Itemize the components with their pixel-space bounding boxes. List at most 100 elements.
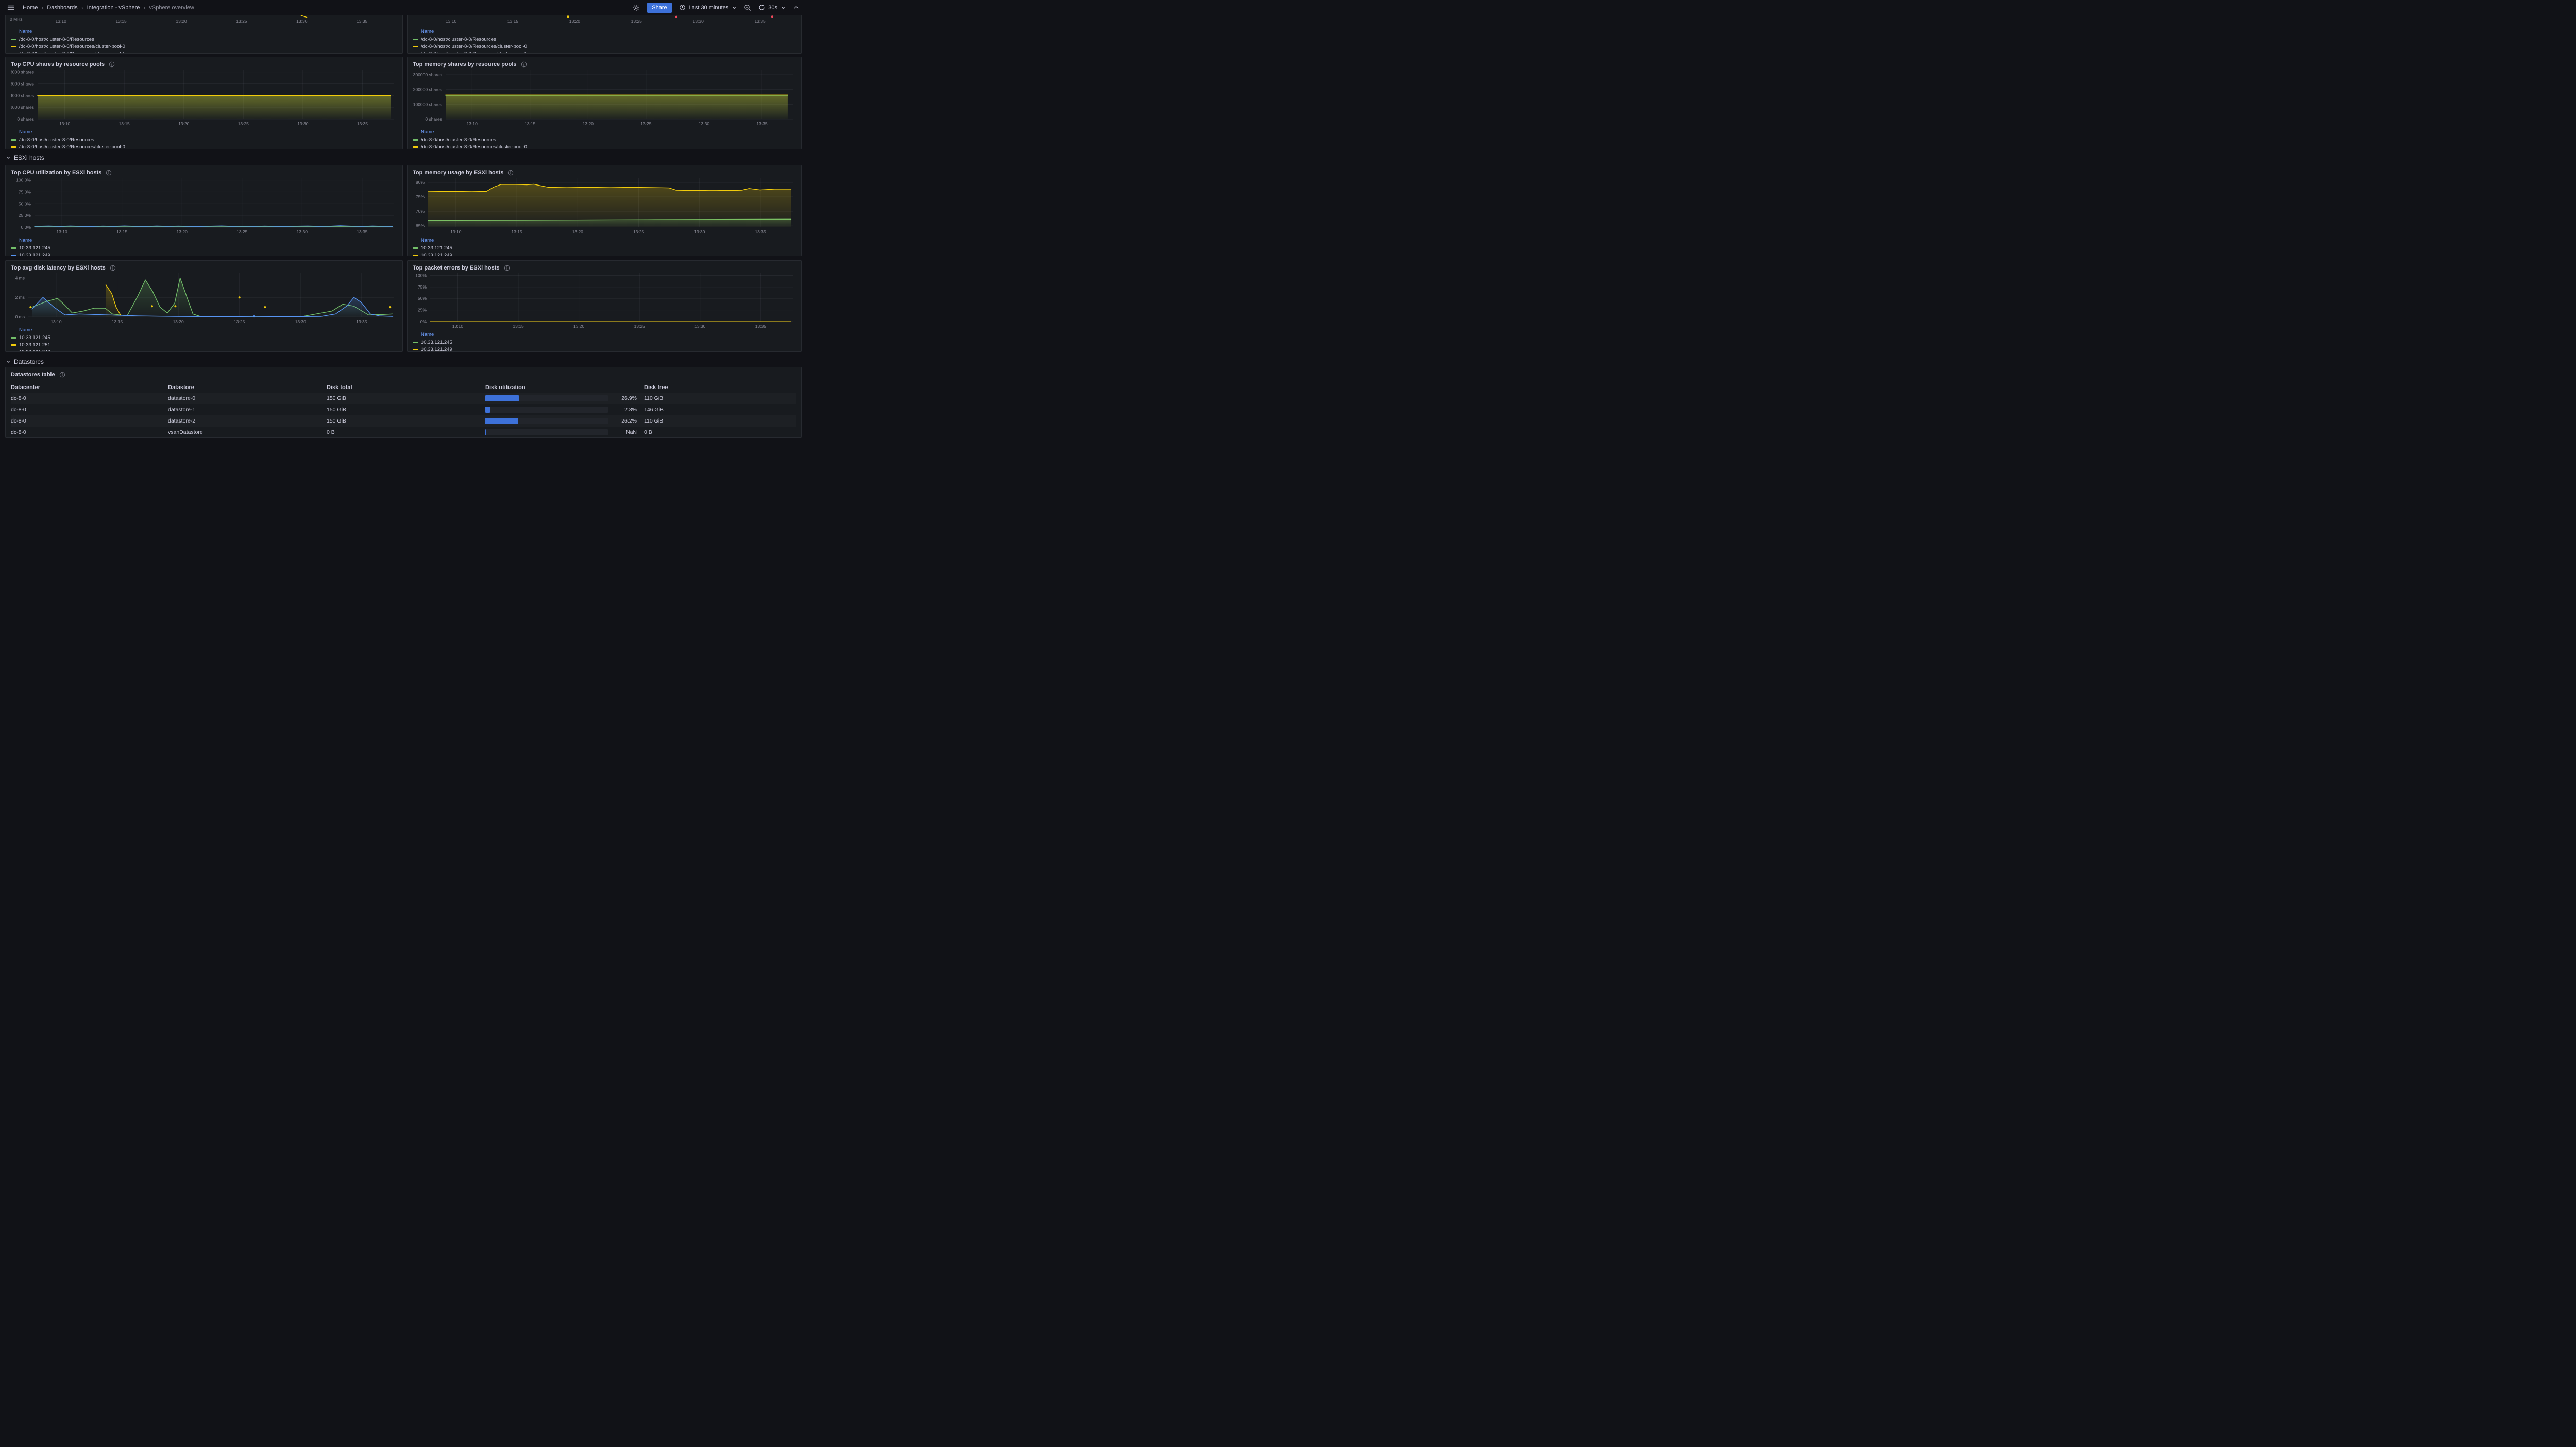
chart-canvas: 8000 shares6000 shares4000 shares2000 sh… xyxy=(11,70,397,128)
legend-name-header[interactable]: Name xyxy=(421,128,434,136)
column-header-disk-utilization[interactable]: Disk utilization xyxy=(485,384,644,391)
legend-name-header[interactable]: Name xyxy=(421,237,434,244)
y-axis-tick-label: 75% xyxy=(418,284,427,290)
x-axis-tick-label: 13:25 xyxy=(236,229,248,234)
info-icon[interactable] xyxy=(106,170,112,176)
collapse-topbar-chevron-up-icon[interactable] xyxy=(793,4,800,11)
x-axis-tick-label: 13:15 xyxy=(513,324,524,329)
legend-item[interactable]: /dc-8-0/host/cluster-8-0/Resources/clust… xyxy=(413,143,527,149)
legend-item[interactable]: 10.33.121.249 xyxy=(11,251,50,256)
cell-disk-free: 110 GiB xyxy=(644,395,796,401)
legend-item[interactable]: 10.33.121.249 xyxy=(11,348,50,352)
x-axis-tick-label: 13:25 xyxy=(236,19,247,24)
info-icon[interactable] xyxy=(109,61,115,68)
legend-item[interactable]: 10.33.121.249 xyxy=(413,251,452,256)
time-series-chart[interactable]: 100%75%50%25%0%13:1013:1513:2013:2513:30… xyxy=(413,273,796,331)
legend-item[interactable]: /dc-8-0/host/cluster-8-0/Resources/clust… xyxy=(413,43,527,50)
x-axis-tick-label: 13:20 xyxy=(583,121,594,126)
legend-name-header[interactable]: Name xyxy=(19,128,32,136)
legend-label: /dc-8-0/host/cluster-8-0/Resources xyxy=(19,37,94,42)
legend-item[interactable]: /dc-8-0/host/cluster-8-0/Resources/clust… xyxy=(11,43,125,50)
panel-header[interactable]: Top avg disk latency by ESXi hosts xyxy=(11,264,397,272)
time-series-chart[interactable]: 8000 shares6000 shares4000 shares2000 sh… xyxy=(11,70,397,128)
x-axis-tick-label: 13:35 xyxy=(356,319,367,324)
legend-item[interactable]: /dc-8-0/host/cluster-8-0/Resources/clust… xyxy=(11,50,125,54)
legend-item[interactable]: /dc-8-0/host/cluster-8-0/Resources xyxy=(11,36,94,43)
panel-header[interactable]: Top packet errors by ESXi hosts xyxy=(413,264,796,272)
panel-header[interactable]: Top memory shares by resource pools xyxy=(413,60,796,69)
y-axis-tick-label: 0 ms xyxy=(15,314,25,319)
legend-swatch xyxy=(11,139,16,141)
legend-item[interactable]: /dc-8-0/host/cluster-8-0/Resources xyxy=(11,136,94,143)
legend-item[interactable]: /dc-8-0/host/cluster-8-0/Resources xyxy=(413,36,496,43)
panel-header[interactable]: Top CPU shares by resource pools xyxy=(11,60,397,69)
legend-swatch xyxy=(413,139,418,141)
column-header-datastore[interactable]: Datastore xyxy=(168,384,327,391)
cell-disk-utilization: NaN xyxy=(485,429,644,435)
legend-name-header[interactable]: Name xyxy=(19,28,32,36)
chart-canvas: 13:1013:1513:2013:2513:3013:35 xyxy=(413,15,796,26)
panel-header[interactable]: Top CPU utilization by ESXi hosts xyxy=(11,169,397,177)
series-area xyxy=(446,95,788,119)
time-series-chart[interactable]: 13:1013:1513:2013:2513:3013:35 xyxy=(11,15,397,26)
legend-item[interactable]: /dc-8-0/host/cluster-8-0/Resources/clust… xyxy=(11,143,125,149)
time-series-chart[interactable]: 100.0%75.0%50.0%25.0%0.0%13:1013:1513:20… xyxy=(11,178,397,237)
section-esxi-hosts[interactable]: ESXi hosts xyxy=(5,153,44,163)
legend-name-header[interactable]: Name xyxy=(19,326,32,334)
panel-datastores-table: Datastores table DatacenterDatastoreDisk… xyxy=(5,367,802,438)
x-axis-tick-label: 13:30 xyxy=(297,229,308,234)
x-axis-tick-label: 13:15 xyxy=(507,19,519,24)
breadcrumb-dashboards[interactable]: Dashboards xyxy=(47,5,77,11)
cell-disk-total: 150 GiB xyxy=(327,418,485,424)
refresh-picker[interactable]: 30s xyxy=(758,4,786,11)
breadcrumb-folder[interactable]: Integration - vSphere xyxy=(87,5,140,11)
panel-header[interactable]: Datastores table xyxy=(11,371,796,379)
column-header-datacenter[interactable]: Datacenter xyxy=(11,384,168,391)
time-range-picker[interactable]: Last 30 minutes xyxy=(679,4,737,11)
utilization-percent-label: 2.8% xyxy=(608,407,644,413)
legend-item[interactable]: 10.33.121.251 xyxy=(11,341,50,348)
legend-item[interactable]: 10.33.121.245 xyxy=(11,244,50,251)
time-series-chart[interactable]: 300000 shares200000 shares100000 shares0… xyxy=(413,70,796,128)
table-row: dc-8-0datastore-1150 GiB2.8%146 GiB xyxy=(11,404,796,415)
legend-item[interactable]: /dc-8-0/host/cluster-8-0/Resources xyxy=(413,136,496,143)
info-icon[interactable] xyxy=(521,61,527,68)
legend-swatch xyxy=(11,146,16,148)
legend-name-header[interactable]: Name xyxy=(421,28,434,36)
time-series-chart[interactable]: 13:1013:1513:2013:2513:3013:35 xyxy=(413,15,796,26)
legend-name-header[interactable]: Name xyxy=(421,331,434,339)
breadcrumb-separator-icon: › xyxy=(81,5,83,11)
x-axis-tick-label: 13:30 xyxy=(295,319,307,324)
column-header-disk-total[interactable]: Disk total xyxy=(327,384,485,391)
panel-header[interactable]: Top memory usage by ESXi hosts xyxy=(413,169,796,177)
y-axis-tick-label: 75% xyxy=(416,194,425,199)
legend-item[interactable]: 10.33.121.249 xyxy=(413,346,452,352)
info-icon[interactable] xyxy=(504,265,510,271)
legend: Name10.33.121.24510.33.121.249 xyxy=(413,331,796,352)
share-button[interactable]: Share xyxy=(647,3,671,13)
time-series-chart[interactable]: 80%75%70%65%13:1013:1513:2013:2513:3013:… xyxy=(413,178,796,237)
dashboard-settings-gear-icon[interactable] xyxy=(633,4,640,11)
zoom-out-icon[interactable] xyxy=(744,4,751,11)
section-title: Datastores xyxy=(14,358,44,365)
legend-item[interactable]: 10.33.121.245 xyxy=(413,244,452,251)
info-icon[interactable] xyxy=(59,372,65,378)
y-axis-tick-label: 25% xyxy=(418,308,427,313)
time-series-chart[interactable]: 4 ms2 ms0 ms13:1013:1513:2013:2513:3013:… xyxy=(11,273,397,326)
legend-item[interactable]: 10.33.121.245 xyxy=(11,334,50,341)
legend-swatch xyxy=(413,247,418,249)
legend-item[interactable]: 10.33.121.245 xyxy=(413,339,452,346)
breadcrumb-home[interactable]: Home xyxy=(23,5,38,11)
utilization-percent-label: 26.9% xyxy=(608,395,644,401)
chart-canvas: 13:1013:1513:2013:2513:3013:35 xyxy=(11,15,397,26)
column-header-disk-free[interactable]: Disk free xyxy=(644,384,796,391)
info-icon[interactable] xyxy=(110,265,116,271)
legend-swatch xyxy=(11,53,16,54)
bar-gauge-fill xyxy=(485,407,490,413)
legend-name-header[interactable]: Name xyxy=(19,237,32,244)
info-icon[interactable] xyxy=(507,170,514,176)
section-datastores[interactable]: Datastores xyxy=(5,357,44,367)
menu-toggle-icon[interactable] xyxy=(7,4,14,11)
cell-datacenter: dc-8-0 xyxy=(11,418,168,424)
legend-item[interactable]: /dc-8-0/host/cluster-8-0/Resources/clust… xyxy=(413,50,527,54)
